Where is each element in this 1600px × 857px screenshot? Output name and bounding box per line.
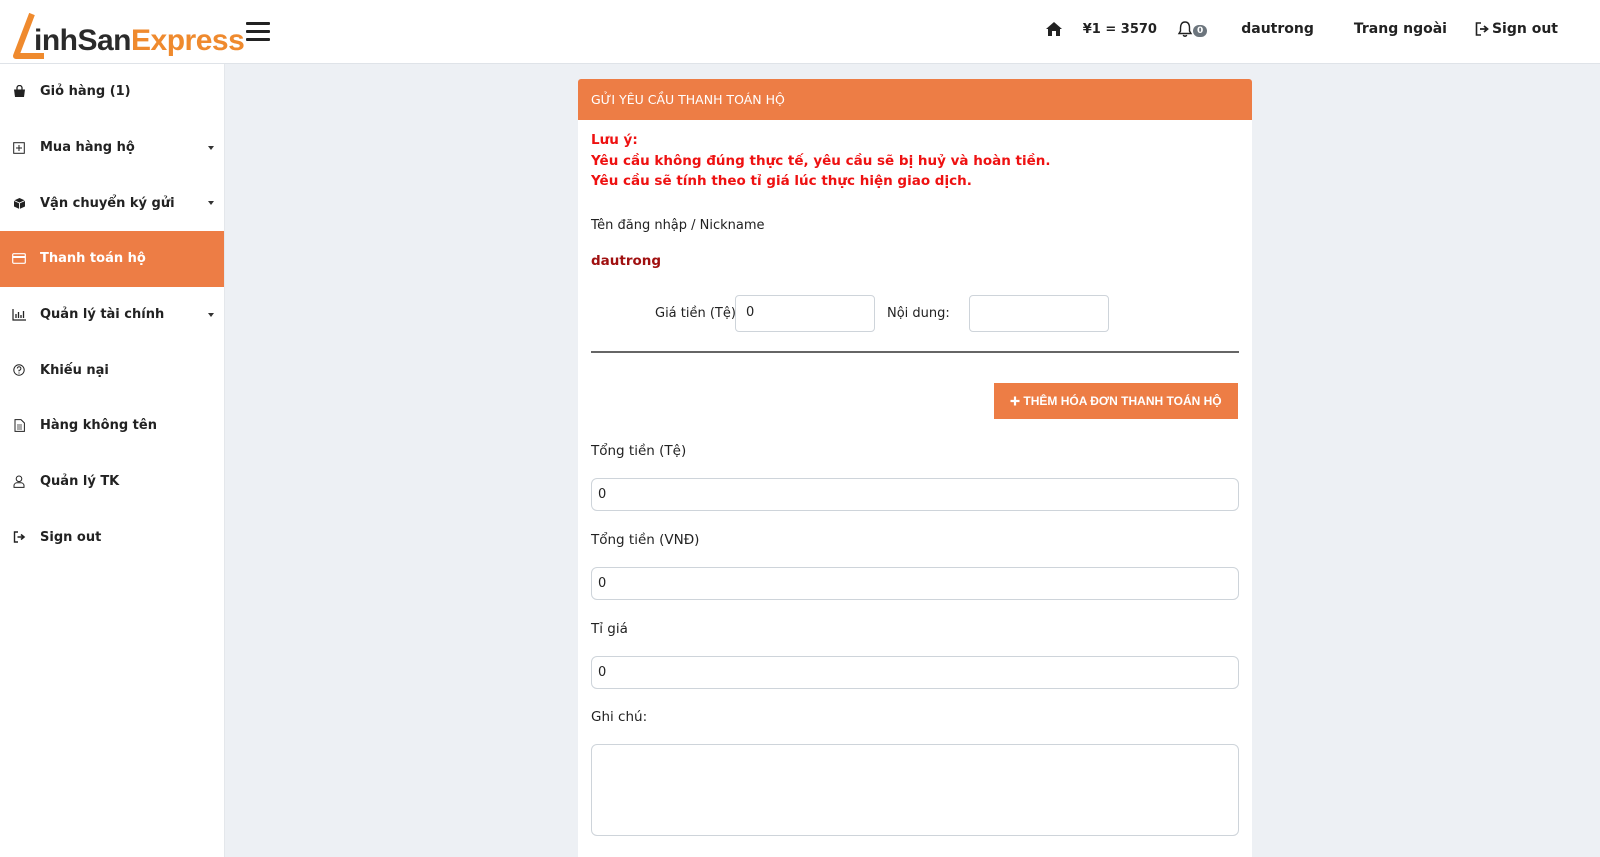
content-input[interactable] <box>969 294 1109 332</box>
sidebar-item-label: Giỏ hàng (1) <box>40 84 131 100</box>
sidebar-item-label: Hàng không tên <box>40 418 157 434</box>
logo-text: inhSanExpress <box>34 24 245 57</box>
total-cny-group: Tổng tiền (Tệ) 0 <box>591 443 1239 511</box>
sidebar-item-label: Quản lý TK <box>40 474 120 490</box>
total-vnd-label: Tổng tiền (VNĐ) <box>591 532 700 548</box>
signout-label: Sign out <box>1491 21 1558 37</box>
outside-link[interactable]: Trang ngoài <box>1354 21 1447 37</box>
note-label: Ghi chú: <box>591 709 648 725</box>
menu-toggle-icon[interactable] <box>246 22 270 42</box>
sidebar-item-label: Vận chuyển ký gửi <box>40 195 175 211</box>
top-nav: ¥1 = 3570 0 dautrong Trang ngoài Sign ou… <box>1045 20 1558 38</box>
chevron-down-icon <box>208 145 214 150</box>
note-group: Ghi chú: <box>591 709 1239 836</box>
notice-line: Yêu cầu sẽ tính theo tỉ giá lúc thực hiệ… <box>591 173 972 189</box>
nickname-label: Tên đăng nhập / Nickname <box>591 217 765 233</box>
plus-icon <box>1010 396 1020 406</box>
signout-link[interactable]: Sign out <box>1475 21 1558 37</box>
shopping-bag-icon <box>12 85 26 99</box>
sidebar: Giỏ hàng (1) Mua hàng hộ Vận chuyển ký g… <box>0 64 225 857</box>
sidebar-item-label: Thanh toán hộ <box>40 251 146 267</box>
document-icon <box>12 419 26 433</box>
add-invoice-label: THÊM HÓA ĐƠN THANH TOÁN HỘ <box>1023 394 1222 408</box>
payment-request-card: GỬI YÊU CẦU THANH TOÁN HỘ Lưu ý: Yêu cầu… <box>578 79 1252 857</box>
sidebar-item-label: Sign out <box>40 529 102 545</box>
sidebar-item-buy-for-me[interactable]: Mua hàng hộ <box>0 120 224 176</box>
credit-card-icon <box>12 252 26 266</box>
bell-icon <box>1177 21 1193 37</box>
sidebar-item-complaints[interactable]: Khiếu nại <box>0 342 224 398</box>
total-vnd-input[interactable]: 0 <box>591 567 1239 600</box>
question-circle-icon <box>12 363 26 377</box>
sidebar-item-label: Quản lý tài chính <box>40 307 165 323</box>
plus-square-icon <box>12 141 26 155</box>
user-icon <box>12 475 26 489</box>
exchange-rate-input[interactable]: 0 <box>591 656 1239 689</box>
sign-out-icon <box>12 530 26 544</box>
notice: Lưu ý: Yêu cầu không đúng thực tế, yêu c… <box>591 130 1239 192</box>
sign-out-icon <box>1475 22 1489 36</box>
nickname-value: dautrong <box>591 252 662 269</box>
sidebar-item-signout[interactable]: Sign out <box>0 510 224 566</box>
price-row: Giá tiền (Tệ): 0 Nội dung: <box>591 294 1239 333</box>
sidebar-item-unnamed-goods[interactable]: Hàng không tên <box>0 398 224 454</box>
sidebar-item-finance[interactable]: Quản lý tài chính <box>0 287 224 343</box>
total-cny-label: Tổng tiền (Tệ) <box>591 443 687 459</box>
home-icon[interactable] <box>1045 21 1063 37</box>
bar-chart-icon <box>12 308 26 322</box>
add-invoice-button[interactable]: THÊM HÓA ĐƠN THANH TOÁN HỘ <box>994 383 1238 419</box>
note-textarea[interactable] <box>591 744 1239 836</box>
exchange-rate-group: Tỉ giá 0 <box>591 621 1239 689</box>
card-title: GỬI YÊU CẦU THANH TOÁN HỘ <box>578 79 1252 120</box>
total-vnd-group: Tổng tiền (VNĐ) 0 <box>591 532 1239 600</box>
sidebar-item-account[interactable]: Quản lý TK <box>0 454 224 510</box>
exchange-rate: ¥1 = 3570 <box>1082 21 1157 37</box>
box-icon <box>12 196 26 210</box>
username-link[interactable]: dautrong <box>1241 21 1314 37</box>
sidebar-item-label: Khiếu nại <box>40 362 109 378</box>
chevron-down-icon <box>208 201 214 206</box>
notice-line: Yêu cầu không đúng thực tế, yêu cầu sẽ b… <box>591 152 1051 169</box>
sidebar-item-payment[interactable]: Thanh toán hộ <box>0 231 224 287</box>
sidebar-item-shipping[interactable]: Vận chuyển ký gửi <box>0 175 224 231</box>
sidebar-item-label: Mua hàng hộ <box>40 140 135 156</box>
price-input[interactable]: 0 <box>735 294 875 332</box>
top-header: inhSanExpress ¥1 = 3570 0 dautrong Trang… <box>0 0 1600 64</box>
card-body: Lưu ý: Yêu cầu không đúng thực tế, yêu c… <box>578 120 1252 363</box>
notice-title: Lưu ý: <box>591 132 638 148</box>
logo[interactable]: inhSanExpress <box>6 12 245 60</box>
price-label: Giá tiền (Tệ): <box>655 305 741 321</box>
notification-badge: 0 <box>1192 25 1208 37</box>
total-cny-input[interactable]: 0 <box>591 478 1239 511</box>
notifications[interactable]: 0 <box>1177 20 1208 38</box>
content-label: Nội dung: <box>887 305 950 321</box>
divider <box>591 350 1239 353</box>
chevron-down-icon <box>208 312 214 317</box>
sidebar-item-cart[interactable]: Giỏ hàng (1) <box>0 64 224 120</box>
exchange-rate-label: Tỉ giá <box>591 621 628 637</box>
